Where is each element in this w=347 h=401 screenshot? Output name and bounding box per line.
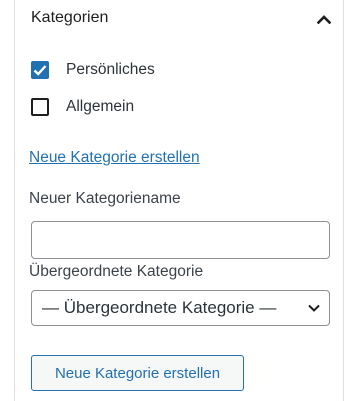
checkmark-icon (33, 65, 47, 76)
category-name-input[interactable] (31, 221, 330, 259)
parent-category-select[interactable]: — Übergeordnete Kategorie — (31, 290, 330, 326)
panel-title: Kategorien (31, 9, 109, 26)
category-label: Allgemein (66, 98, 135, 115)
chevron-up-icon (317, 15, 331, 24)
parent-category-label: Übergeordnete Kategorie (29, 263, 204, 280)
add-category-button[interactable]: Neue Kategorie erstellen (31, 355, 244, 391)
new-category-link[interactable]: Neue Kategorie erstellen (29, 149, 200, 167)
panel-header: Kategorien (15, 0, 343, 40)
category-label: Persönliches (66, 61, 155, 78)
category-checkbox-allgemein[interactable] (31, 98, 49, 116)
chevron-down-icon (308, 304, 320, 312)
parent-category-selected-value: — Übergeordnete Kategorie — (42, 298, 277, 317)
category-name-label: Neuer Kategoriename (29, 190, 181, 207)
categories-panel: Kategorien Persönliches Allgemein Neue K… (14, 0, 344, 401)
collapse-toggle-button[interactable] (311, 6, 337, 32)
category-checkbox-persoenliches[interactable] (31, 61, 49, 79)
category-item-allgemein: Allgemein (31, 98, 134, 116)
category-item-persoenliches: Persönliches (31, 61, 155, 79)
